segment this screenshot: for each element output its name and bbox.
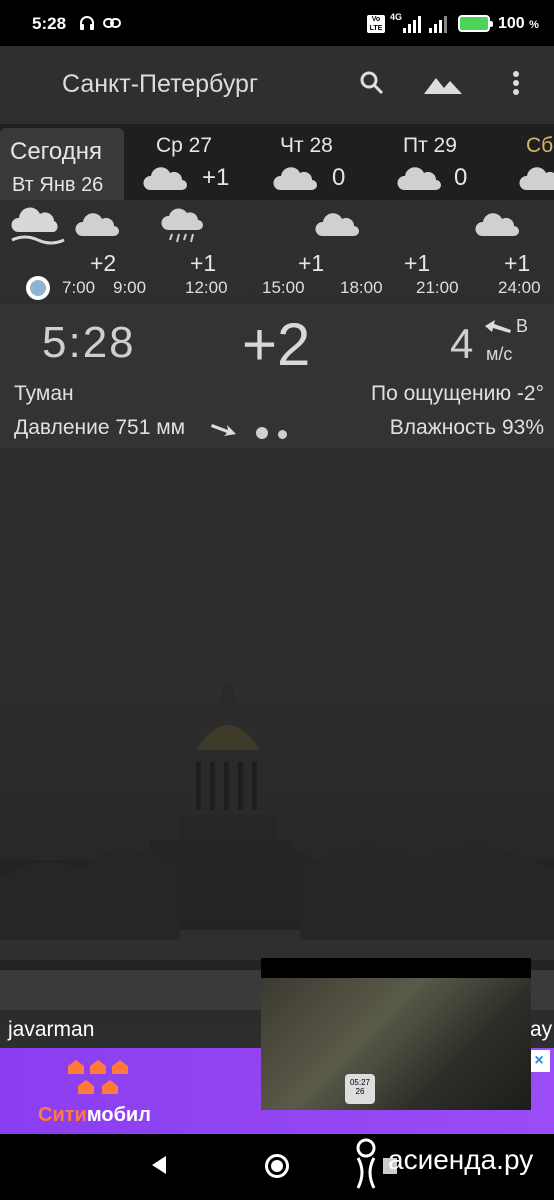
page-indicator	[256, 426, 297, 444]
wind-direction: В	[516, 316, 529, 336]
cloud-icon	[315, 213, 359, 236]
link-icon	[103, 18, 121, 28]
humidity: Влажность 93%	[389, 416, 544, 439]
day-name: Сб	[526, 134, 554, 157]
hourly-forecast: +2 +1 +1 +1 +1 7:00 9:00 12:00 15:00 18:…	[0, 200, 554, 300]
hour-temp: +1	[298, 250, 325, 276]
hour-time: 15:00	[262, 278, 305, 297]
rain-cloud-icon	[161, 208, 203, 243]
pressure-trend-icon	[211, 424, 236, 436]
wind-speed: 4	[450, 320, 474, 367]
cloud-icon	[75, 213, 119, 236]
current-time: 5:28	[42, 318, 136, 367]
watermark-text: асиенда.ру	[388, 1144, 534, 1175]
hour-time: 18:00	[340, 278, 383, 297]
pressure: Давление 751 мм	[14, 416, 186, 439]
signal-icon	[403, 16, 421, 33]
floating-video-player[interactable]: 05:27 26	[261, 958, 531, 1110]
hour-temp: +2	[90, 250, 117, 276]
ad-close-button[interactable]: ×	[528, 1050, 550, 1072]
battery-percent: 100 %	[498, 15, 539, 32]
hour-time: 9:00	[113, 278, 147, 297]
status-time: 5:28	[32, 14, 67, 33]
battery-icon	[458, 15, 493, 32]
current-temp: +2	[242, 311, 311, 378]
landscape-icon[interactable]	[422, 68, 464, 98]
day-temp: 0	[332, 164, 346, 191]
hour-temp: +1	[190, 250, 217, 276]
current-hour-marker	[26, 276, 50, 300]
hour-temp: +1	[404, 250, 431, 276]
day-name: Пт 29	[403, 134, 457, 157]
home-icon[interactable]	[265, 1154, 289, 1178]
wind-unit: м/с	[486, 344, 513, 364]
day-name: Чт 28	[280, 134, 333, 157]
ad-username: javarman	[8, 1018, 95, 1041]
search-icon[interactable]	[358, 68, 386, 98]
condition-text: Туман	[14, 382, 74, 405]
signal-icon-2	[429, 16, 447, 33]
ad-brand: Ситимобил	[38, 1104, 151, 1126]
tab-day-4[interactable]: Сб	[516, 124, 554, 200]
hour-temp: +1	[504, 250, 531, 276]
day-temp: 0	[454, 164, 468, 191]
hour-time: 12:00	[185, 278, 228, 297]
background-cathedral-image	[0, 684, 554, 1010]
page-dot	[278, 430, 287, 439]
video-clock-overlay: 05:27 26	[345, 1074, 375, 1104]
cloud-icon	[273, 167, 317, 190]
feels-like: По ощущению -2°	[370, 382, 544, 405]
hour-time: 7:00	[62, 278, 96, 297]
fog-icon	[11, 207, 65, 245]
volte-icon: Vo LTE	[367, 15, 385, 33]
watermark-logo-icon	[356, 1138, 376, 1189]
today-date: Вт Янв 26	[12, 174, 104, 196]
tab-day-3[interactable]: Пт 29 0	[394, 124, 514, 200]
wind-arrow-icon	[485, 320, 511, 333]
citymobil-logo-icon	[68, 1060, 128, 1094]
hour-time: 24:00	[498, 278, 541, 297]
navigation-bar: асиенда.ру	[0, 1134, 554, 1200]
day-name: Ср 27	[156, 134, 213, 157]
more-vert-icon[interactable]	[506, 68, 526, 98]
day-tabs: Сегодня Вт Янв 26 Ср 27 +1 Чт 28 0 Пт 29…	[0, 124, 554, 200]
hour-time: 21:00	[416, 278, 459, 297]
today-label: Сегодня	[10, 138, 102, 165]
cloud-icon	[397, 167, 441, 190]
back-icon[interactable]	[152, 1156, 166, 1174]
city-title[interactable]: Санкт-Петербург	[62, 70, 258, 99]
day-temp: +1	[202, 164, 230, 191]
cloud-icon	[519, 167, 554, 190]
network-type: 4G	[390, 12, 403, 22]
video-frame: 05:27 26	[261, 978, 531, 1110]
cloud-icon	[143, 167, 187, 190]
tab-today[interactable]: Сегодня Вт Янв 26	[0, 128, 124, 200]
headset-icon	[80, 16, 94, 30]
cloud-icon	[475, 213, 519, 236]
page-dot-active	[256, 427, 268, 439]
tab-day-2[interactable]: Чт 28 0	[270, 124, 390, 200]
ad-username-right: ay	[530, 1018, 553, 1041]
status-bar: 5:28 Vo LTE 4G 100 %	[0, 0, 554, 46]
tab-day-1[interactable]: Ср 27 +1	[142, 124, 262, 200]
current-conditions: 5:28 +2 4 В м/с Туман По ощущению -2° Да…	[0, 304, 554, 448]
